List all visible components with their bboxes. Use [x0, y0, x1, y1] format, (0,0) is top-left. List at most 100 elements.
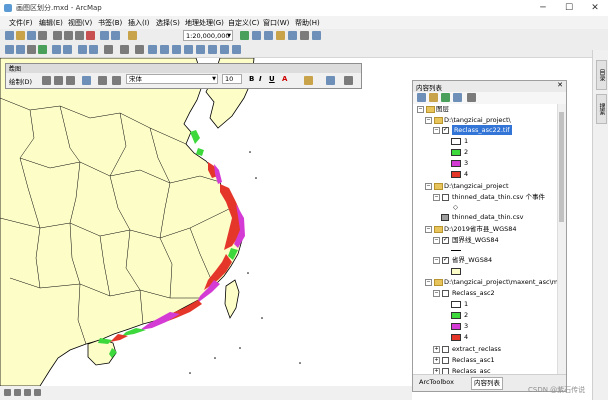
- python-window-icon[interactable]: [312, 31, 321, 40]
- draw-toolbar-header[interactable]: 绘图 ✕: [6, 64, 361, 73]
- tab-search[interactable]: 搜索: [596, 94, 607, 124]
- measure-icon[interactable]: [184, 45, 193, 54]
- collapse-icon[interactable]: −: [433, 237, 440, 244]
- minimize-button[interactable]: ─: [530, 0, 556, 16]
- close-button[interactable]: ✕: [582, 0, 608, 16]
- copy-icon[interactable]: [64, 31, 73, 40]
- collapse-icon[interactable]: −: [425, 183, 432, 190]
- expand-icon[interactable]: +: [433, 346, 440, 353]
- bold-button[interactable]: B: [249, 75, 254, 83]
- layer-visibility-checkbox[interactable]: [442, 346, 449, 353]
- close-icon[interactable]: ✕: [9, 64, 359, 71]
- identify-tool-icon[interactable]: [148, 45, 157, 54]
- catalog-icon[interactable]: [276, 31, 285, 40]
- font-color-button[interactable]: A: [282, 75, 287, 83]
- map-scale-dropdown[interactable]: 1:20,000,000 ▼: [183, 30, 233, 41]
- select-elements-tool-icon[interactable]: [42, 76, 51, 85]
- maximize-button[interactable]: ☐: [556, 0, 582, 16]
- zoom-whole-page-icon[interactable]: [66, 76, 75, 85]
- refresh-icon[interactable]: [24, 389, 31, 396]
- rotate-icon[interactable]: [54, 76, 63, 85]
- list-by-selection-icon[interactable]: [453, 93, 462, 102]
- collapse-icon[interactable]: −: [433, 257, 440, 264]
- collapse-icon[interactable]: −: [425, 117, 432, 124]
- menu-edit[interactable]: 编辑(E): [39, 18, 63, 28]
- layer-visibility-checkbox[interactable]: [442, 125, 449, 135]
- menu-insert[interactable]: 插入(I): [128, 18, 150, 28]
- menu-view[interactable]: 视图(V): [68, 18, 92, 28]
- pan-icon[interactable]: [27, 45, 36, 54]
- redo-icon[interactable]: [111, 31, 120, 40]
- html-popup-icon[interactable]: [172, 45, 181, 54]
- fixed-zoom-out-icon[interactable]: [63, 45, 72, 54]
- print-icon[interactable]: [38, 31, 47, 40]
- tab-arctoolbox[interactable]: ArcToolbox: [417, 377, 456, 388]
- draw-menu-button[interactable]: 绘制(D): [9, 76, 32, 86]
- hyperlink-icon[interactable]: [160, 45, 169, 54]
- edit-vertices-icon[interactable]: [112, 76, 121, 85]
- list-by-source-icon[interactable]: [429, 93, 438, 102]
- search-window-icon[interactable]: [288, 31, 297, 40]
- layer-visibility-checkbox[interactable]: [442, 194, 449, 201]
- layer-visibility-checkbox[interactable]: [442, 255, 449, 265]
- back-extent-icon[interactable]: [78, 45, 87, 54]
- layer-visibility-checkbox[interactable]: [442, 235, 449, 245]
- line-color-icon[interactable]: [326, 76, 335, 85]
- select-features-icon[interactable]: [104, 45, 113, 54]
- fixed-zoom-in-icon[interactable]: [52, 45, 61, 54]
- menu-bookmarks[interactable]: 书签(B): [98, 18, 122, 28]
- find-route-icon[interactable]: [208, 45, 217, 54]
- find-icon[interactable]: [196, 45, 205, 54]
- pause-drawing-icon[interactable]: [34, 389, 41, 396]
- tab-catalog[interactable]: 目录: [596, 60, 607, 90]
- table-icon[interactable]: [264, 31, 273, 40]
- marker-color-icon[interactable]: [344, 76, 353, 85]
- options-icon[interactable]: [467, 93, 476, 102]
- expand-icon[interactable]: +: [433, 357, 440, 364]
- layout-view-icon[interactable]: [14, 389, 21, 396]
- collapse-icon[interactable]: −: [433, 290, 440, 297]
- data-view-icon[interactable]: [4, 389, 11, 396]
- delete-icon[interactable]: [86, 31, 95, 40]
- menu-help[interactable]: 帮助(H): [295, 18, 320, 28]
- menu-customize[interactable]: 自定义(C): [228, 18, 259, 28]
- close-icon[interactable]: ✕: [557, 81, 563, 89]
- italic-button[interactable]: I: [259, 75, 262, 83]
- full-extent-icon[interactable]: [38, 45, 47, 54]
- list-by-drawing-order-icon[interactable]: [417, 93, 426, 102]
- layer-visibility-checkbox[interactable]: [442, 290, 449, 297]
- collapse-icon[interactable]: −: [425, 226, 432, 233]
- menu-file[interactable]: 文件(F): [9, 18, 33, 28]
- text-tool-icon[interactable]: [98, 76, 107, 85]
- undo-icon[interactable]: [100, 31, 109, 40]
- save-icon[interactable]: [27, 31, 36, 40]
- layer-visibility-checkbox[interactable]: [442, 357, 449, 364]
- fill-color-icon[interactable]: [304, 76, 313, 85]
- collapse-icon[interactable]: −: [417, 106, 424, 113]
- add-data-icon[interactable]: [128, 31, 137, 40]
- menu-selection[interactable]: 选择(S): [156, 18, 180, 28]
- map-view[interactable]: [0, 58, 412, 386]
- menu-windows[interactable]: 窗口(W): [263, 18, 289, 28]
- cut-icon[interactable]: [53, 31, 62, 40]
- zoom-out-icon[interactable]: [16, 45, 25, 54]
- open-icon[interactable]: [16, 31, 25, 40]
- collapse-icon[interactable]: −: [433, 127, 440, 134]
- menu-geoprocessing[interactable]: 地理处理(G): [185, 18, 224, 28]
- select-elements-icon[interactable]: [135, 45, 144, 54]
- paste-icon[interactable]: [75, 31, 84, 40]
- clear-selection-icon[interactable]: [120, 45, 129, 54]
- tab-toc[interactable]: 内容列表: [471, 377, 503, 390]
- go-to-xy-icon[interactable]: [220, 45, 229, 54]
- collapse-icon[interactable]: −: [425, 279, 432, 286]
- forward-extent-icon[interactable]: [89, 45, 98, 54]
- font-family-dropdown[interactable]: 宋体 ▼: [126, 74, 218, 84]
- font-size-dropdown[interactable]: 10: [222, 74, 242, 84]
- time-slider-icon[interactable]: [232, 45, 241, 54]
- collapse-icon[interactable]: −: [433, 194, 440, 201]
- toc-scrollbar[interactable]: [557, 104, 566, 375]
- underline-button[interactable]: U: [269, 75, 275, 83]
- list-by-visibility-icon[interactable]: [441, 93, 450, 102]
- editor-toolbar-icon[interactable]: [240, 31, 249, 40]
- identify-icon[interactable]: [252, 31, 261, 40]
